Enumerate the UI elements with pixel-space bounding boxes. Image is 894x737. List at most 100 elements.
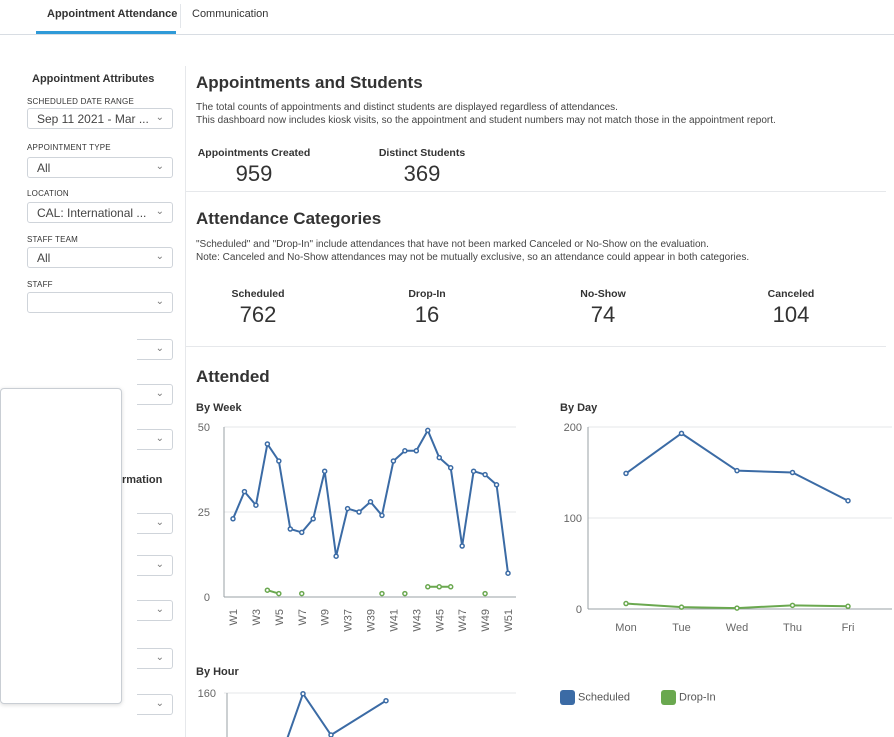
scheduled-point: [299, 529, 305, 536]
drop-in-point: [845, 603, 851, 610]
hidden-filter-select[interactable]: ⌄: [137, 513, 173, 534]
metric-value-canceled: 104: [772, 302, 810, 327]
metric-label-appointments-created: Appointments Created: [197, 147, 311, 159]
scheduled-line: [625, 432, 849, 502]
drop-in-point: [436, 584, 442, 590]
x-tick-label: W43: [411, 609, 423, 632]
x-tick-label: Thu: [783, 622, 802, 634]
scheduled-point: [436, 454, 442, 461]
chart-title-by-week: By Week: [196, 402, 242, 414]
scheduled-point: [470, 468, 477, 474]
chevron-down-icon: ⌄: [155, 206, 164, 217]
tab-communication[interactable]: Communication: [192, 8, 268, 20]
drop-in-point: [299, 590, 305, 597]
staff-select[interactable]: ⌄: [27, 292, 173, 313]
x-tick-label: Tue: [672, 622, 691, 634]
hidden-filter-select[interactable]: ⌄: [137, 694, 173, 715]
by-day-chart: 0 100 200 Mon Tue Wed Thu Fri: [564, 422, 892, 634]
scheduled-point: [344, 505, 351, 512]
x-tick-label: W5: [274, 609, 286, 626]
hidden-filter-select[interactable]: ⌄: [137, 339, 173, 360]
chevron-down-icon: ⌄: [155, 517, 164, 528]
scheduled-point: [623, 470, 629, 477]
metric-label-scheduled: Scheduled: [231, 288, 285, 300]
legend-label: Scheduled: [578, 691, 630, 704]
appointments-description-line1: The total counts of appointments and dis…: [196, 102, 618, 113]
y-tick-label: 200: [564, 422, 582, 434]
scheduled-point: [333, 553, 339, 559]
filter-label-staff-team: STAFF TEAM: [27, 235, 79, 244]
x-tick-label: W9: [320, 609, 332, 626]
location-select[interactable]: CAL: International ... ⌄: [27, 202, 173, 223]
scheduled-point: [264, 441, 271, 447]
x-tick-label: W3: [251, 609, 263, 626]
x-tick-label: W7: [297, 609, 309, 626]
scheduled-point: [276, 458, 282, 464]
scheduled-point: [845, 497, 851, 504]
hidden-filter-select[interactable]: ⌄: [137, 429, 173, 450]
chart-title-by-day: By Day: [560, 402, 598, 414]
drop-in-point: [678, 604, 685, 610]
by-week-chart: 0 25 50 W1 W3 W5 W7 W9 W37 W39 W41 W43 W45 W47 W49 W51: [198, 422, 516, 632]
chevron-down-icon: ⌄: [155, 251, 164, 262]
x-tick-label: Fri: [842, 622, 855, 634]
tab-appointment-attendance[interactable]: Appointment Attendance: [47, 8, 177, 20]
scheduled-point: [493, 482, 500, 488]
legend-item-drop-in[interactable]: Drop-In: [661, 690, 716, 705]
scheduled-point: [734, 467, 740, 474]
tab-separator: [180, 4, 181, 28]
legend-label: Drop-In: [679, 691, 716, 704]
drop-in-point: [402, 590, 408, 597]
active-tab-indicator: [36, 31, 176, 34]
metric-label-no-show: No-Show: [580, 288, 626, 300]
drop-in-point: [264, 587, 271, 593]
x-tick-label: W51: [503, 609, 515, 632]
appointments-section-title: Appointments and Students: [196, 73, 423, 92]
scheduled-point: [356, 509, 362, 515]
tab-bar: Appointment Attendance Communication: [0, 0, 894, 35]
x-tick-label: W37: [343, 609, 355, 632]
metric-value-appointments-created: 959: [235, 161, 273, 186]
dropdown-popup-panel[interactable]: [0, 388, 122, 704]
scheduled-point: [459, 543, 465, 549]
y-tick-label: 160: [198, 688, 216, 700]
hidden-filter-select[interactable]: ⌄: [137, 648, 173, 669]
attendance-section-title: Attendance Categories: [196, 209, 382, 228]
section-divider: [186, 191, 886, 192]
chevron-down-icon: ⌄: [155, 652, 164, 663]
legend-item-scheduled[interactable]: Scheduled: [560, 690, 630, 705]
chevron-down-icon: ⌄: [155, 559, 164, 570]
x-tick-label: Mon: [615, 622, 636, 634]
metric-label-drop-in: Drop-In: [408, 288, 446, 300]
scheduled-point: [367, 499, 374, 505]
scheduled-point: [310, 516, 316, 522]
select-value: Sep 11 2021 - Mar ...: [37, 112, 149, 126]
x-tick-label: W39: [366, 609, 378, 632]
metric-label-canceled: Canceled: [767, 288, 815, 300]
chevron-down-icon: ⌄: [155, 433, 164, 444]
y-tick-label: 50: [198, 422, 210, 434]
scheduled-point: [402, 448, 408, 454]
drop-in-point: [425, 584, 431, 590]
select-value: CAL: International ...: [37, 206, 147, 220]
chevron-down-icon: ⌄: [155, 698, 164, 709]
scheduled-point: [321, 468, 328, 474]
appointment-type-select[interactable]: All ⌄: [27, 157, 173, 178]
hidden-filter-select[interactable]: ⌄: [137, 384, 173, 405]
scheduled-point: [328, 732, 334, 737]
scheduled-date-range-select[interactable]: Sep 11 2021 - Mar ... ⌄: [27, 108, 173, 129]
drop-in-point: [379, 590, 385, 597]
chevron-down-icon: ⌄: [155, 343, 164, 354]
attended-section-title: Attended: [196, 367, 270, 386]
hidden-filter-select[interactable]: ⌄: [137, 555, 173, 576]
sidebar-title: Appointment Attributes: [32, 73, 155, 85]
legend-swatch-scheduled: [560, 690, 575, 705]
appointments-description-line2: This dashboard now includes kiosk visits…: [196, 115, 776, 126]
metric-value-drop-in: 16: [414, 302, 440, 327]
sidebar-section-title: rmation: [122, 474, 163, 486]
metric-value-scheduled: 762: [239, 302, 277, 327]
chevron-down-icon: ⌄: [155, 112, 164, 123]
hidden-filter-select[interactable]: ⌄: [137, 600, 173, 621]
x-tick-label: W49: [480, 609, 492, 632]
staff-team-select[interactable]: All ⌄: [27, 247, 173, 268]
